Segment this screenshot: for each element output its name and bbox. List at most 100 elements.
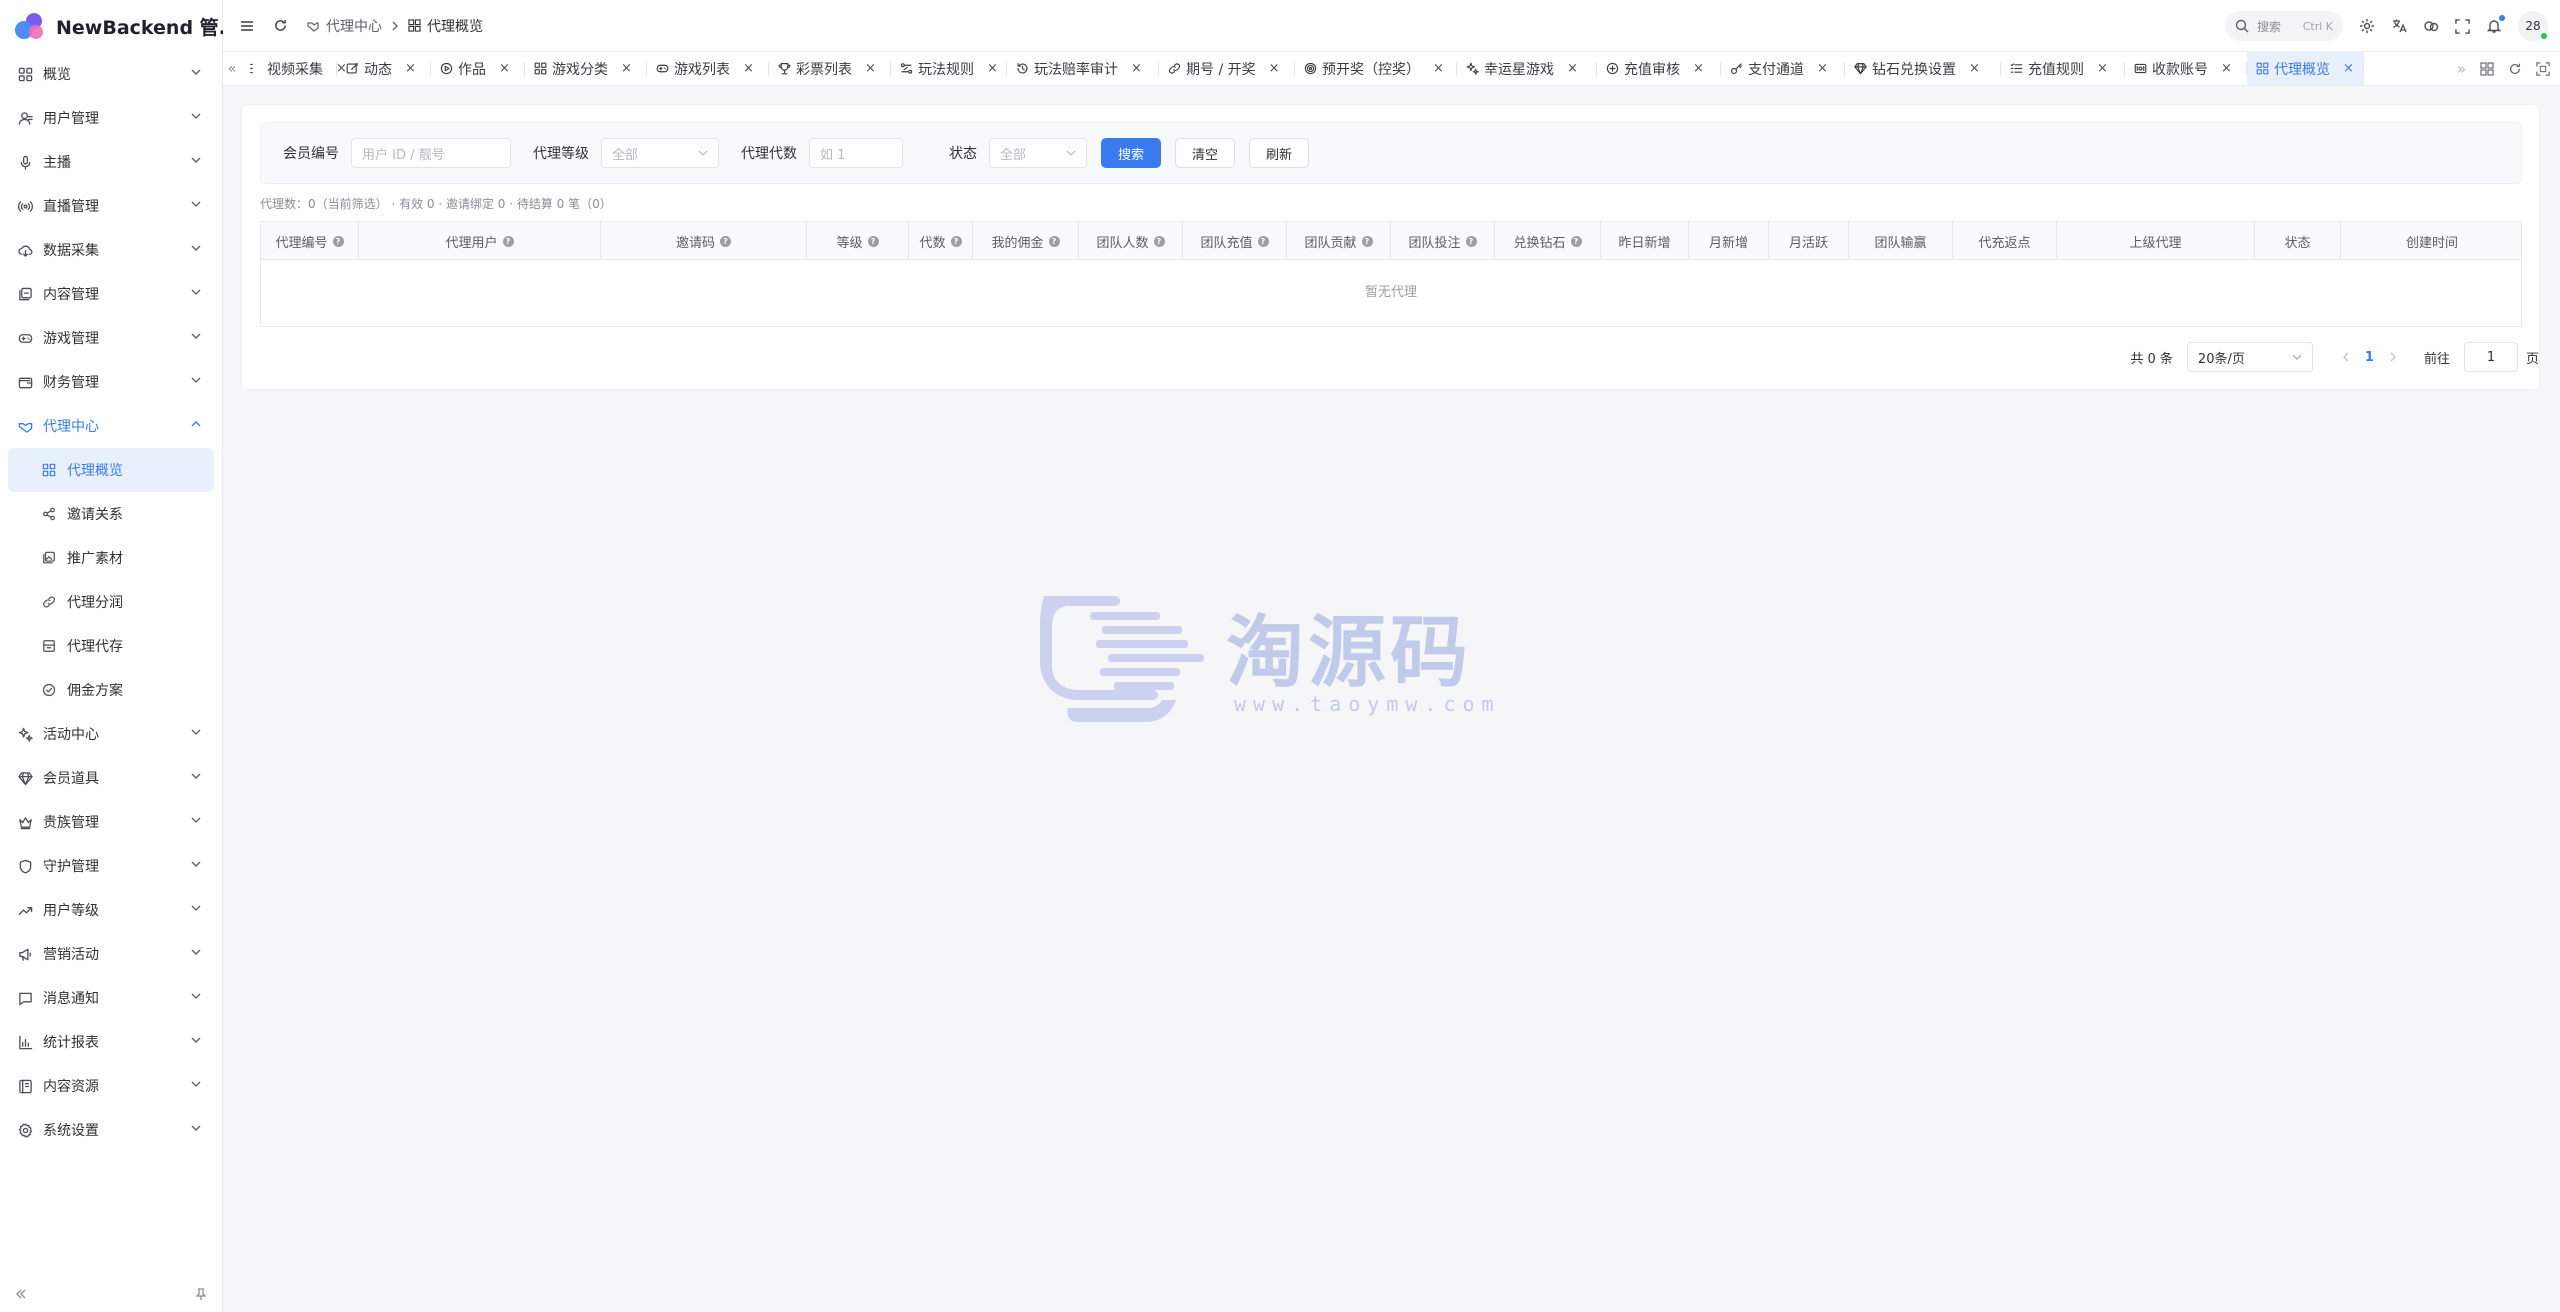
tab-rules[interactable]: 玩法规则 × bbox=[891, 52, 1007, 85]
page-number[interactable]: 1 bbox=[2365, 350, 2374, 365]
close-tab-icon[interactable]: × bbox=[405, 61, 416, 76]
app-logo[interactable]: NewBackend 管... bbox=[0, 0, 240, 52]
tab-sparkle[interactable]: 幸运星游戏 × bbox=[1457, 52, 1597, 85]
submenu-item-box[interactable]: 代理代存 bbox=[8, 624, 214, 668]
sidebar-item-trend[interactable]: 用户等级 bbox=[8, 888, 214, 932]
close-tab-icon[interactable]: × bbox=[2343, 61, 2354, 76]
agent-level-select[interactable]: 全部 bbox=[601, 138, 719, 168]
notification-bell-icon[interactable] bbox=[2486, 15, 2505, 34]
column-header[interactable]: 代充返点 bbox=[1953, 222, 2057, 260]
sidebar-item-user[interactable]: 用户管理 bbox=[8, 96, 214, 140]
next-page-icon[interactable] bbox=[2388, 351, 2398, 363]
global-search[interactable]: 搜索 Ctrl K bbox=[2225, 11, 2343, 41]
column-header[interactable]: 代数? bbox=[909, 222, 973, 260]
close-tab-icon[interactable]: × bbox=[1817, 61, 1828, 76]
column-header[interactable]: 月活跃 bbox=[1769, 222, 1849, 260]
goto-page-input[interactable]: 1 bbox=[2463, 342, 2518, 372]
tab-target[interactable]: 预开奖（控奖） × bbox=[1295, 52, 1457, 85]
help-icon[interactable]: ? bbox=[867, 235, 879, 247]
close-tab-icon[interactable]: × bbox=[987, 61, 998, 76]
sidebar-item-diamond[interactable]: 会员道具 bbox=[8, 756, 214, 800]
column-header[interactable]: 团队贡献? bbox=[1287, 222, 1391, 260]
column-header[interactable]: 上级代理 bbox=[2057, 222, 2255, 260]
close-tab-icon[interactable]: × bbox=[743, 61, 754, 76]
tab-play-circle[interactable]: 作品 × bbox=[431, 52, 525, 85]
sidebar-item-handshake[interactable]: 代理中心 bbox=[8, 404, 214, 448]
help-icon[interactable]: ? bbox=[1570, 235, 1582, 247]
close-tab-icon[interactable]: × bbox=[1269, 61, 1280, 76]
tab-card[interactable]: 收款账号 × bbox=[2125, 52, 2247, 85]
clear-button[interactable]: 清空 bbox=[1175, 138, 1235, 168]
sidebar-item-sparkle[interactable]: 活动中心 bbox=[8, 712, 214, 756]
submenu-item-share[interactable]: 邀请关系 bbox=[8, 492, 214, 536]
page-size-select[interactable]: 20条/页 bbox=[2186, 342, 2313, 372]
column-header[interactable]: 状态 bbox=[2255, 222, 2341, 260]
column-header[interactable]: 等级? bbox=[807, 222, 909, 260]
column-header[interactable]: 创建时间 bbox=[2341, 222, 2523, 260]
help-icon[interactable]: ? bbox=[1361, 235, 1373, 247]
pin-icon[interactable] bbox=[194, 1287, 208, 1301]
tab-video[interactable]: 视频采集 × bbox=[241, 52, 347, 85]
sidebar-item-message[interactable]: 消息通知 bbox=[8, 976, 214, 1020]
tab-list[interactable]: 充值规则 × bbox=[2001, 52, 2125, 85]
breadcrumb-parent[interactable]: 代理中心 bbox=[306, 16, 382, 36]
sidebar-item-content[interactable]: 内容管理 bbox=[8, 272, 214, 316]
close-tab-icon[interactable]: × bbox=[1433, 61, 1444, 76]
tabs-scroll-left-icon[interactable]: « bbox=[223, 61, 241, 77]
refresh-icon[interactable] bbox=[273, 18, 288, 33]
column-header[interactable]: 代理编号? bbox=[261, 222, 359, 260]
member-id-input[interactable]: 用户 ID / 靓号 bbox=[351, 138, 511, 168]
close-tab-icon[interactable]: × bbox=[1567, 61, 1578, 76]
tab-grid[interactable]: 游戏分类 × bbox=[525, 52, 647, 85]
help-icon[interactable]: ? bbox=[502, 235, 514, 247]
settings-icon[interactable] bbox=[2359, 18, 2375, 34]
column-header[interactable]: 团队人数? bbox=[1079, 222, 1183, 260]
tab-trophy[interactable]: 彩票列表 × bbox=[769, 52, 891, 85]
column-header[interactable]: 团队输赢 bbox=[1849, 222, 1953, 260]
sidebar-item-megaphone[interactable]: 营销活动 bbox=[8, 932, 214, 976]
help-icon[interactable]: ? bbox=[332, 235, 344, 247]
tab-link[interactable]: 期号 / 开奖 × bbox=[1159, 52, 1295, 85]
tab-gamepad[interactable]: 游戏列表 × bbox=[647, 52, 769, 85]
column-header[interactable]: 我的佣金? bbox=[973, 222, 1079, 260]
sidebar-item-cloud-download[interactable]: 数据采集 bbox=[8, 228, 214, 272]
theme-icon[interactable] bbox=[2423, 18, 2439, 34]
sidebar-item-mic[interactable]: 主播 bbox=[8, 140, 214, 184]
status-select[interactable]: 全部 bbox=[989, 138, 1087, 168]
refresh-button[interactable]: 刷新 bbox=[1249, 138, 1309, 168]
close-tab-icon[interactable]: × bbox=[621, 61, 632, 76]
close-tab-icon[interactable]: × bbox=[2097, 61, 2108, 76]
column-header[interactable]: 团队充值? bbox=[1183, 222, 1287, 260]
column-header[interactable]: 团队投注? bbox=[1391, 222, 1495, 260]
sidebar-item-broadcast[interactable]: 直播管理 bbox=[8, 184, 214, 228]
help-icon[interactable]: ? bbox=[1153, 235, 1165, 247]
submenu-item-images[interactable]: 推广素材 bbox=[8, 536, 214, 580]
column-header[interactable]: 代理用户? bbox=[359, 222, 601, 260]
column-header[interactable]: 月新增 bbox=[1689, 222, 1769, 260]
sidebar-item-shield[interactable]: 守护管理 bbox=[8, 844, 214, 888]
close-tab-icon[interactable]: × bbox=[865, 61, 876, 76]
sidebar-item-crown[interactable]: 贵族管理 bbox=[8, 800, 214, 844]
tabs-refresh-icon[interactable] bbox=[2508, 62, 2522, 76]
submenu-item-link[interactable]: 代理分润 bbox=[8, 580, 214, 624]
fullscreen-icon[interactable] bbox=[2455, 18, 2470, 34]
sidebar-item-gamepad[interactable]: 游戏管理 bbox=[8, 316, 214, 360]
avatar[interactable]: 28 bbox=[2518, 11, 2548, 41]
tab-grid[interactable]: 代理概览 × bbox=[2247, 52, 2364, 85]
column-header[interactable]: 兑换钻石? bbox=[1495, 222, 1601, 260]
sidebar-item-gear[interactable]: 系统设置 bbox=[8, 1108, 214, 1152]
tab-plus-circle[interactable]: 充值审核 × bbox=[1597, 52, 1721, 85]
tab-edit[interactable]: 动态 × bbox=[337, 52, 431, 85]
sidebar-item-dashboard[interactable]: 概览 bbox=[8, 52, 214, 96]
close-tab-icon[interactable]: × bbox=[1131, 61, 1142, 76]
sidebar-item-wallet[interactable]: 财务管理 bbox=[8, 360, 214, 404]
help-icon[interactable]: ? bbox=[1048, 235, 1060, 247]
agent-generation-input[interactable]: 如 1 bbox=[809, 138, 903, 168]
prev-page-icon[interactable] bbox=[2341, 351, 2351, 363]
tabs-scroll-right-icon[interactable]: » bbox=[2457, 60, 2466, 78]
close-tab-icon[interactable]: × bbox=[1969, 61, 1980, 76]
help-icon[interactable]: ? bbox=[720, 235, 731, 247]
help-icon[interactable]: ? bbox=[950, 235, 962, 247]
search-button[interactable]: 搜索 bbox=[1101, 138, 1161, 168]
close-tab-icon[interactable]: × bbox=[499, 61, 510, 76]
